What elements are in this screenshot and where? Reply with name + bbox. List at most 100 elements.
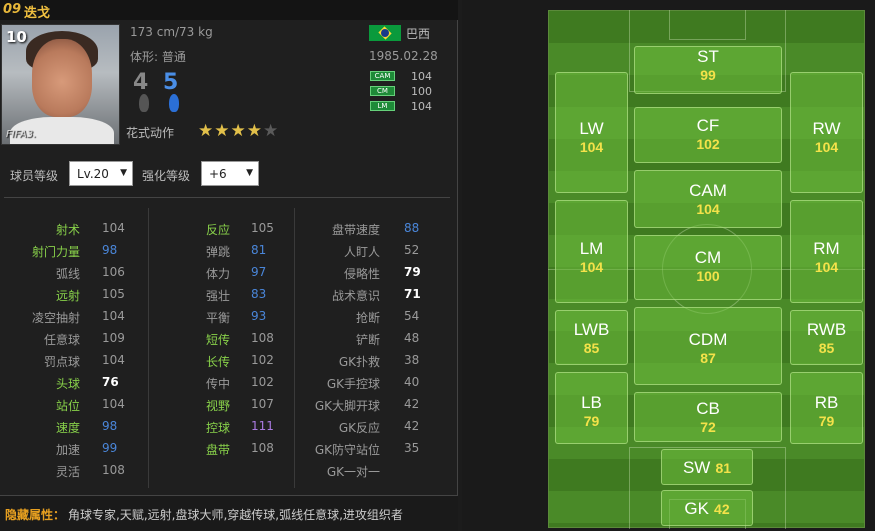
pitch-pos-cm[interactable]: CM 100 xyxy=(634,235,782,300)
position-tag: CAM xyxy=(370,71,395,81)
player-rating: 10 xyxy=(6,28,27,46)
stat-name: 盘带 xyxy=(205,443,230,457)
stat-value: 107 xyxy=(251,397,274,411)
stat-name: 盘带速度 xyxy=(331,223,380,237)
pos-rating: 104 xyxy=(814,139,839,155)
stat-value: 40 xyxy=(404,375,420,389)
stat-value: 42 xyxy=(404,419,420,433)
level-select[interactable]: Lv.20 ▼ xyxy=(69,161,133,186)
pos-rating: 99 xyxy=(700,67,716,83)
stat-name: 灵活 xyxy=(55,465,80,479)
stat-value: 105 xyxy=(102,287,125,301)
player-number: 09 xyxy=(3,2,22,17)
pos-rating: 85 xyxy=(818,340,835,356)
pitch-pos-lw[interactable]: LW 104 xyxy=(555,72,628,193)
stat-value: 35 xyxy=(404,441,420,455)
level-label: 球员等级 xyxy=(10,169,59,183)
stat-value: 42 xyxy=(404,397,420,411)
pos-rating: 79 xyxy=(583,413,600,429)
pitch-pos-cb[interactable]: CB 72 xyxy=(634,392,782,442)
star-icon: ★ xyxy=(198,121,215,141)
pos-rating: 42 xyxy=(714,501,730,517)
pitch-pos-rw[interactable]: RW 104 xyxy=(790,72,863,193)
pitch-pos-gk[interactable]: GK 42 xyxy=(661,490,753,526)
stat-value: 98 xyxy=(102,243,118,257)
pos-rating: 104 xyxy=(579,259,604,275)
enhance-select[interactable]: +6 ▼ xyxy=(201,161,259,186)
stat-value: 52 xyxy=(404,243,420,257)
nationality: 巴西 xyxy=(406,27,431,41)
stat-name: 侵略性 xyxy=(343,267,380,281)
pos-name: LB xyxy=(581,393,602,412)
stat-name: GK扑救 xyxy=(338,355,380,369)
stat-name: 射术 xyxy=(55,223,80,237)
pitch-pos-lm[interactable]: LM 104 xyxy=(555,200,628,303)
stat-value: 102 xyxy=(251,375,274,389)
stat-value: 108 xyxy=(251,441,274,455)
pos-name: CF xyxy=(696,116,720,135)
pitch-pos-cdm[interactable]: CDM 87 xyxy=(634,307,782,385)
stat-value: 71 xyxy=(404,287,421,301)
pitch-pos-cam[interactable]: CAM 104 xyxy=(634,170,782,228)
stat-value: 98 xyxy=(102,419,118,433)
stat-value: 108 xyxy=(251,331,274,345)
stat-value: 54 xyxy=(404,309,420,323)
pos-rating: 100 xyxy=(696,268,720,284)
pitch-pos-lwb[interactable]: LWB 85 xyxy=(555,310,628,365)
star-icon: ★ xyxy=(230,121,247,141)
pitch-pos-rb[interactable]: RB 79 xyxy=(790,372,863,444)
dropdown-arrow-icon: ▼ xyxy=(246,168,253,178)
position-rating-row: LM 104 xyxy=(370,100,460,113)
pos-name: ST xyxy=(697,47,719,66)
stat-value: 109 xyxy=(102,331,125,345)
stat-value: 93 xyxy=(251,309,267,323)
player-name: 迭戈 xyxy=(24,6,51,21)
hidden-traits-label: 隐藏属性： xyxy=(5,508,66,522)
pos-name: CDM xyxy=(688,330,728,349)
player-photo: 10 FIFA3. xyxy=(1,24,120,145)
stat-value: 106 xyxy=(102,265,125,279)
stat-name: 站位 xyxy=(55,399,80,413)
position-rating-row: CM 100 xyxy=(370,85,460,98)
stat-name: GK大脚开球 xyxy=(314,399,380,413)
hidden-traits-bar: 隐藏属性： 角球专家,天赋,远射,盘球大师,穿越传球,弧线任意球,进攻组织者 xyxy=(0,495,458,531)
pitch-pos-cf[interactable]: CF 102 xyxy=(634,107,782,163)
pos-name: CB xyxy=(696,399,720,418)
pitch-pos-sw[interactable]: SW 81 xyxy=(661,449,753,485)
stat-value: 104 xyxy=(102,309,125,323)
pitch-pos-st[interactable]: ST 99 xyxy=(634,46,782,94)
stat-name: 速度 xyxy=(55,421,80,435)
pos-name: LWB xyxy=(573,320,610,339)
skill-stars: ★★★★★ xyxy=(198,121,279,141)
stat-value: 111 xyxy=(251,419,274,433)
pos-name: RB xyxy=(814,393,839,412)
stat-name: 强壮 xyxy=(205,289,230,303)
stat-name: 人盯人 xyxy=(343,245,380,259)
pos-rating: 102 xyxy=(696,136,720,152)
stat-name: GK手控球 xyxy=(326,377,380,391)
stat-name: 弧线 xyxy=(55,267,80,281)
date-of-birth: 1985.02.28 xyxy=(369,49,438,63)
position-value: 100 xyxy=(411,85,432,98)
left-boot-icon xyxy=(139,94,149,112)
position-value: 104 xyxy=(411,70,432,83)
pitch-pos-lb[interactable]: LB 79 xyxy=(555,372,628,444)
stat-name: 平衡 xyxy=(205,311,230,325)
stat-name: 长传 xyxy=(205,355,230,369)
stat-name: 射门力量 xyxy=(31,245,80,259)
pos-rating: 79 xyxy=(818,413,835,429)
enhance-label: 强化等级 xyxy=(142,169,191,183)
stat-value: 104 xyxy=(102,397,125,411)
stat-name: 短传 xyxy=(205,333,230,347)
star-icon: ★ xyxy=(246,121,263,141)
pitch-pos-rm[interactable]: RM 104 xyxy=(790,200,863,303)
pitch-pos-rwb[interactable]: RWB 85 xyxy=(790,310,863,365)
strong-foot-value: 5 xyxy=(163,70,179,95)
pos-name: GK xyxy=(684,499,709,518)
stat-name: 任意球 xyxy=(43,333,80,347)
photo-watermark: FIFA3. xyxy=(6,129,37,140)
stat-value: 79 xyxy=(404,265,421,279)
brazil-flag-icon xyxy=(369,25,401,41)
star-icon: ★ xyxy=(214,121,231,141)
stat-name: 视野 xyxy=(205,399,230,413)
